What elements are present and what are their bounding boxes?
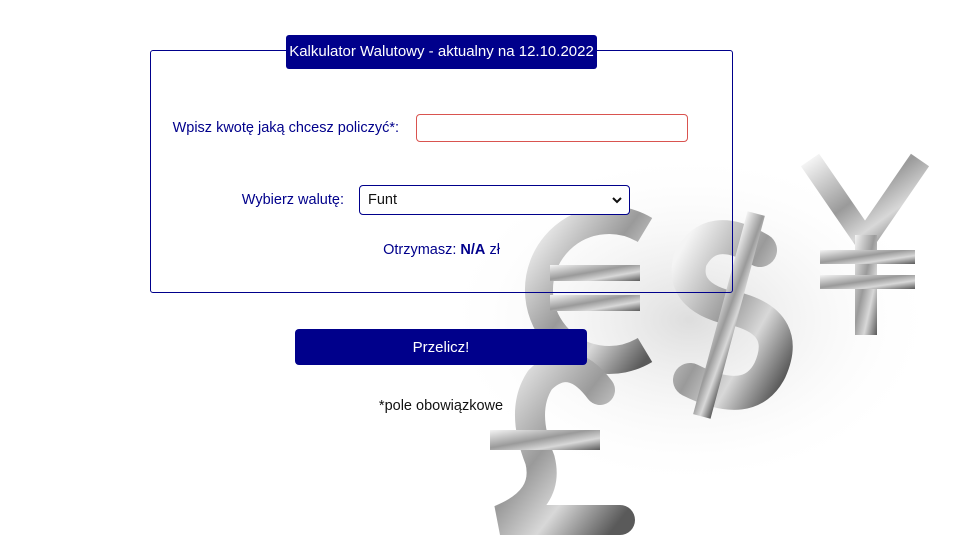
required-field-note: *pole obowiązkowe <box>378 398 504 414</box>
currency-select[interactable]: Funt <box>359 185 630 215</box>
currency-calculator-page: Kalkulator Walutowy - aktualny na 12.10.… <box>0 0 960 548</box>
result-line: Otrzymasz: N/A zł <box>151 242 732 258</box>
result-unit: zł <box>489 242 500 258</box>
result-prefix: Otrzymasz: <box>383 242 457 258</box>
result-value: N/A <box>460 242 486 258</box>
currency-selected-value: Funt <box>368 192 398 208</box>
calculator-form: Kalkulator Walutowy - aktualny na 12.10.… <box>150 35 733 293</box>
currency-label: Wybierz walutę: <box>241 192 344 208</box>
form-title: Kalkulator Walutowy - aktualny na 12.10.… <box>286 35 597 69</box>
calculate-button[interactable]: Przelicz! <box>295 329 587 365</box>
amount-input[interactable] <box>416 114 688 142</box>
amount-label: Wpisz kwotę jaką chcesz policzyć*: <box>172 120 399 136</box>
chevron-down-icon <box>612 197 622 204</box>
